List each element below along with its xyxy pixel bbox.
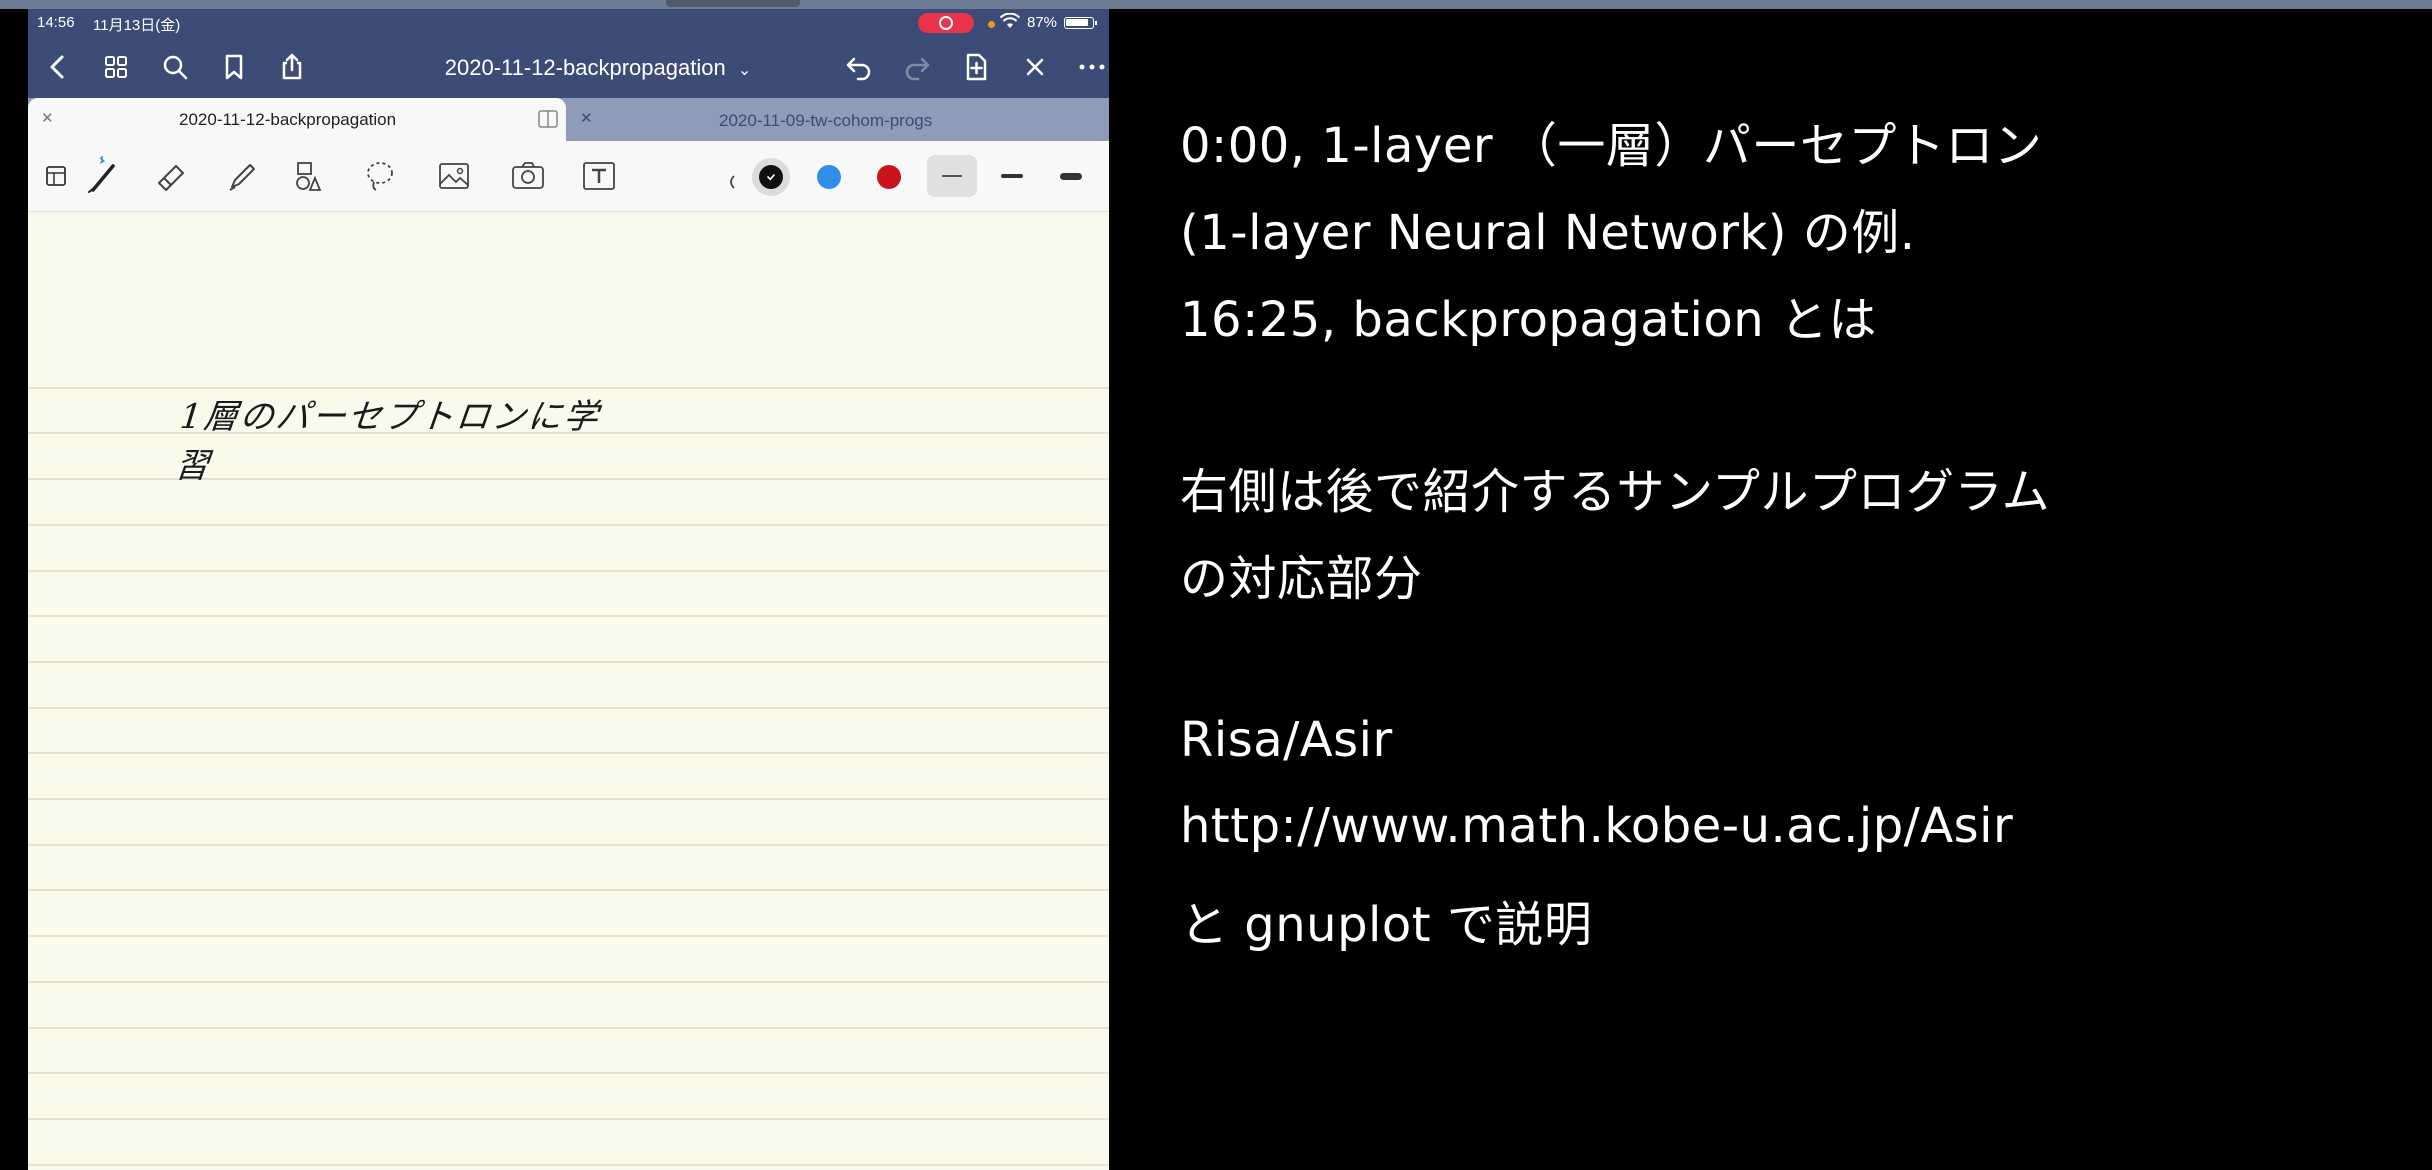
drawing-toolbar <box>28 141 1109 212</box>
slide-line: 右側は後で紹介するサンプルプログラム <box>1180 464 2051 520</box>
tab-backpropagation[interactable]: ✕ 2020-11-12-backpropagation <box>28 98 566 141</box>
close-tab-icon[interactable]: ✕ <box>580 109 593 127</box>
slide-line: の対応部分 <box>1180 551 1423 607</box>
ruled-line <box>28 889 1109 891</box>
close-tab-icon[interactable]: ✕ <box>41 109 54 127</box>
shape-tool-icon[interactable] <box>286 154 330 198</box>
screen-recording-icon[interactable] <box>918 13 974 33</box>
checkmark-icon <box>767 174 775 181</box>
tab-label: 2020-11-09-tw-cohom-progs <box>719 111 933 130</box>
ruled-line <box>28 661 1109 663</box>
ruled-line <box>28 798 1109 800</box>
stroke-thick[interactable] <box>1060 173 1082 180</box>
camera-icon[interactable] <box>506 154 550 198</box>
highlighter-icon[interactable] <box>221 154 265 198</box>
ruled-line <box>28 1027 1109 1029</box>
window-top-bar <box>0 0 2432 9</box>
back-icon[interactable] <box>41 50 75 84</box>
eraser-icon[interactable] <box>150 154 194 198</box>
color-blue[interactable] <box>817 165 841 189</box>
document-tabs: ✕ 2020-11-12-backpropagation ✕ 2020-11-0… <box>28 98 1109 141</box>
share-icon[interactable] <box>275 50 309 84</box>
ruled-line <box>28 935 1109 937</box>
ruled-line <box>28 752 1109 754</box>
stroke-medium[interactable] <box>1001 174 1023 178</box>
notebook-page[interactable] <box>28 216 1109 1170</box>
ruled-line <box>28 524 1109 526</box>
ruled-line <box>28 981 1109 983</box>
image-icon[interactable] <box>432 154 476 198</box>
ipad-screen: 14:56 11月13日(金) 87% 2020-11-12-backpropa… <box>28 9 1109 1170</box>
status-date: 11月13日(金) <box>93 17 181 34</box>
document-title[interactable]: 2020-11-12-backpropagation ⌄ <box>413 55 783 81</box>
wifi-icon <box>1000 13 1020 28</box>
stroke-thin-selected[interactable] <box>927 155 977 197</box>
tab-cohom-progs[interactable]: ✕ 2020-11-09-tw-cohom-progs <box>566 98 1109 141</box>
thumbnails-icon[interactable] <box>99 50 133 84</box>
mic-indicator-icon <box>988 21 995 28</box>
slide-line: (1-layer Neural Network) の例. <box>1180 205 1916 261</box>
tab-label: 2020-11-12-backpropagation <box>179 110 397 129</box>
ruled-line <box>28 707 1109 709</box>
ruled-line <box>28 1164 1109 1166</box>
slide-line: 16:25, backpropagation とは <box>1180 292 1877 348</box>
pen-icon[interactable] <box>83 154 127 198</box>
slide-line: と gnuplot で説明 <box>1180 897 1593 953</box>
slide-line: 0:00, 1-layer （一層）パーセプトロン <box>1180 118 2043 174</box>
more-icon[interactable] <box>1075 50 1109 84</box>
ruled-line <box>28 570 1109 572</box>
lasso-icon[interactable] <box>358 154 402 198</box>
ruled-line <box>28 615 1109 617</box>
search-icon[interactable] <box>158 50 192 84</box>
add-page-icon[interactable] <box>959 50 993 84</box>
ruled-line <box>28 1072 1109 1074</box>
undo-icon[interactable] <box>842 50 876 84</box>
slide-line: Risa/Asir <box>1180 712 1393 768</box>
document-title-text: 2020-11-12-backpropagation <box>444 55 726 80</box>
nav-bar: 14:56 11月13日(金) 87% 2020-11-12-backpropa… <box>28 9 1109 98</box>
redo-icon[interactable] <box>900 50 934 84</box>
split-view-icon[interactable] <box>537 109 559 129</box>
color-black-selected[interactable] <box>752 158 790 196</box>
slide-line: http://www.math.kobe-u.ac.jp/Asir <box>1180 798 2014 854</box>
bookmark-icon[interactable] <box>217 50 251 84</box>
window-handle[interactable] <box>666 0 800 7</box>
battery-percent: 87% <box>1027 14 1058 31</box>
ruled-line <box>28 1118 1109 1120</box>
ruled-line <box>28 844 1109 846</box>
status-time: 14:56 <box>37 14 75 31</box>
read-only-mode-icon[interactable] <box>34 154 78 198</box>
laser-pointer-icon[interactable] <box>720 154 742 198</box>
text-tool-icon[interactable] <box>577 154 621 198</box>
chevron-down-icon: ⌄ <box>737 62 752 79</box>
handwritten-text: 1層のパーセプトロンに学習 <box>172 397 602 486</box>
handwritten-note: 1層のパーセプトロンに学習 <box>173 389 628 486</box>
battery-icon <box>1064 17 1097 29</box>
close-icon[interactable] <box>1018 50 1052 84</box>
color-red[interactable] <box>877 165 901 189</box>
